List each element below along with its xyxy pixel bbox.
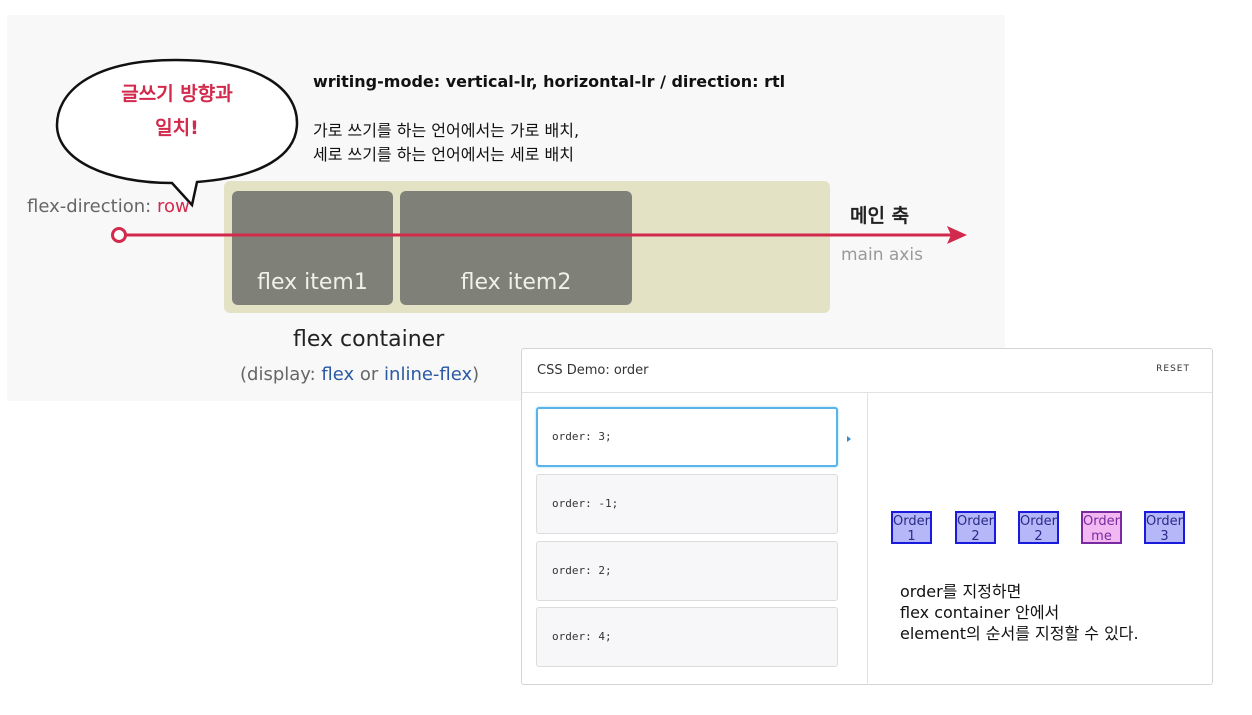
demo-header: CSS Demo: order RESET: [522, 349, 1212, 393]
order-box-me: Order me: [1081, 511, 1122, 544]
demo-title: CSS Demo: order: [537, 363, 649, 378]
flex-container-label: flex container: [293, 327, 445, 352]
main-axis-label-en: main axis: [841, 245, 923, 265]
demo-output: Order 1 Order 2 Order 2 Order me Order 3 orde…: [867, 393, 1212, 685]
order-box-5: Order 3: [1144, 511, 1185, 544]
selected-arrow-icon: [847, 436, 851, 442]
display-inline-flex: inline-flex: [384, 364, 473, 385]
flex-container-display: (display: flex or inline-flex): [240, 364, 480, 385]
css-demo-panel: CSS Demo: order RESET order: 3; order: -…: [521, 348, 1213, 685]
option-order-3[interactable]: order: 3;: [536, 407, 838, 467]
option-order-minus-1[interactable]: order: -1;: [536, 474, 838, 534]
order-box-1: Order 1: [891, 511, 932, 544]
order-box-3: Order 2: [1018, 511, 1059, 544]
flex-diagram: 글쓰기 방향과 일치! writing-mode: vertical-lr, h…: [7, 15, 1005, 401]
order-note: order를 지정하면 flex container 안에서 element의 …: [900, 582, 1139, 643]
main-axis-label-ko: 메인 축: [850, 205, 910, 227]
reset-button[interactable]: RESET: [1156, 364, 1190, 374]
option-order-2[interactable]: order: 2;: [536, 541, 838, 601]
demo-options: order: 3; order: -1; order: 2; order: 4;: [522, 393, 868, 685]
display-flex: flex: [321, 364, 355, 385]
order-box-2: Order 2: [955, 511, 996, 544]
option-order-4[interactable]: order: 4;: [536, 607, 838, 667]
